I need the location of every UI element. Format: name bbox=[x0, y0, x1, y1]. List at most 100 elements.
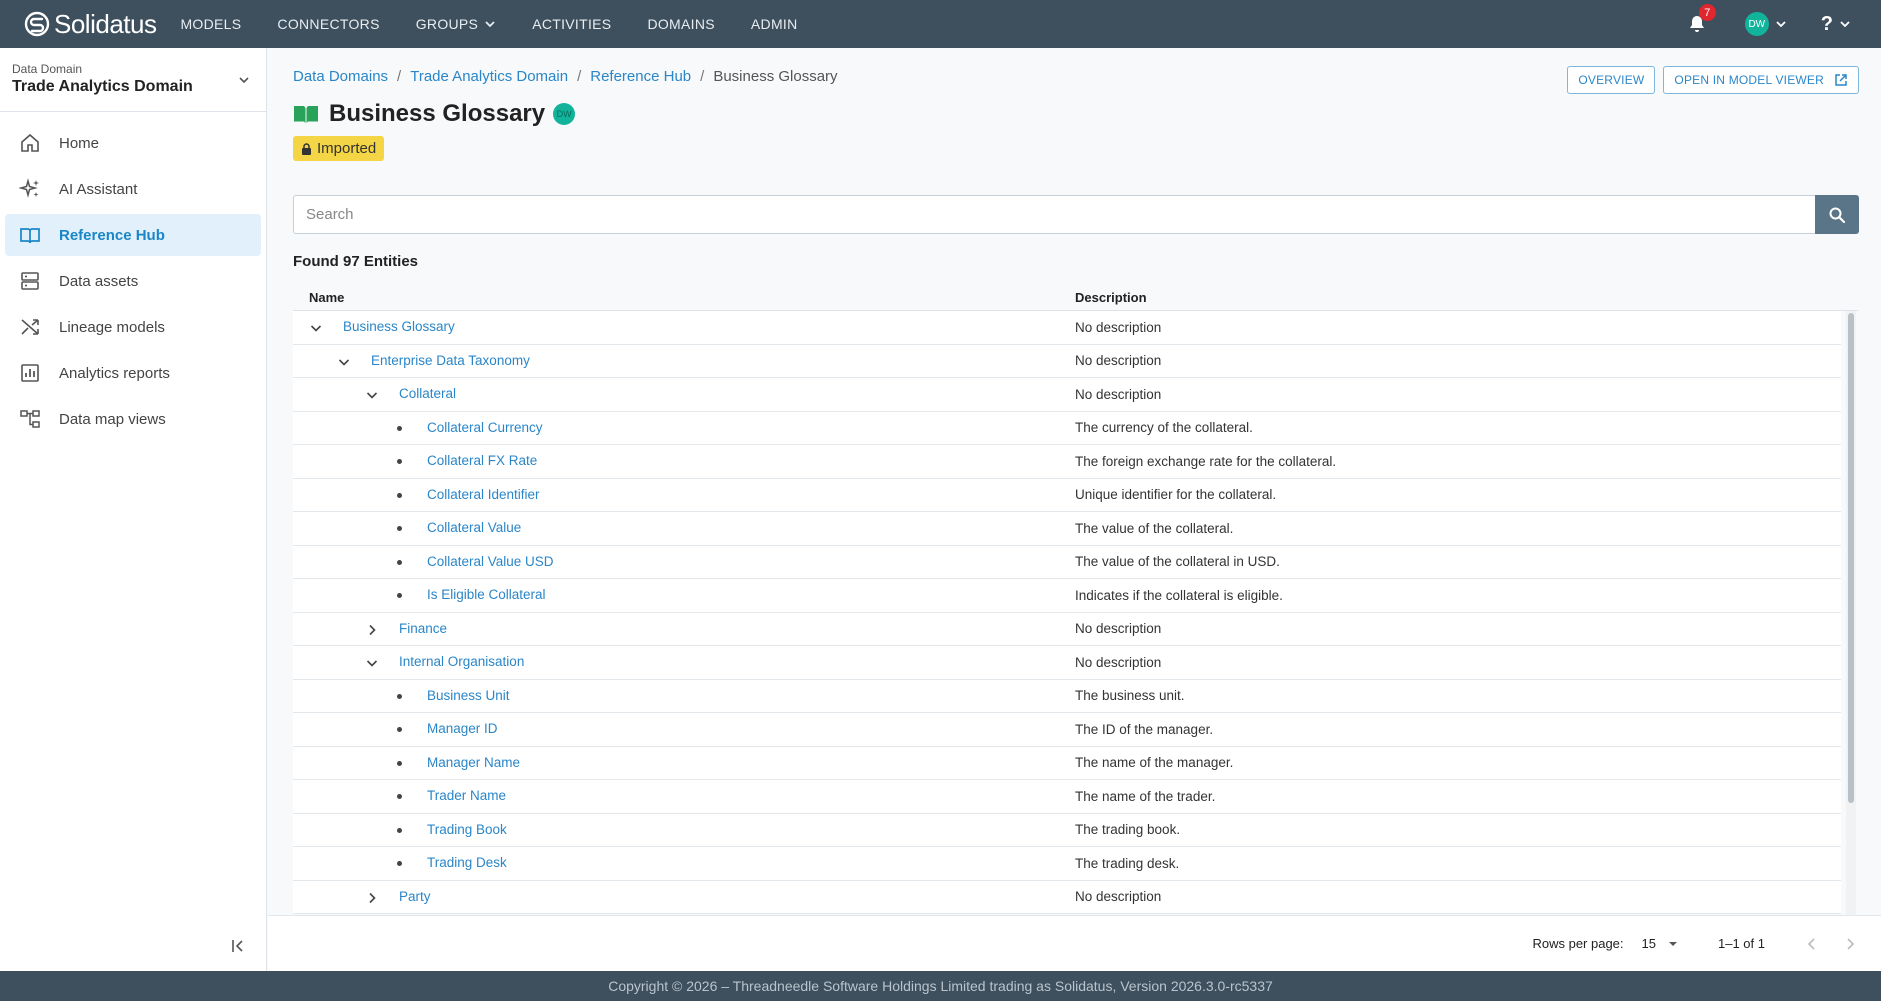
chevron-down-icon bbox=[1840, 21, 1850, 28]
entity-link[interactable]: Business Unit bbox=[427, 688, 510, 703]
table-row[interactable]: Is Eligible Collateral Indicates if the c… bbox=[293, 579, 1841, 613]
overview-button[interactable]: OVERVIEW bbox=[1567, 66, 1656, 94]
entity-link[interactable]: Trader Name bbox=[427, 788, 506, 803]
user-menu-button[interactable]: DW bbox=[1744, 12, 1787, 36]
chevron-down-icon bbox=[485, 21, 495, 28]
bullet-icon bbox=[397, 827, 402, 833]
table-row[interactable]: Internal Organisation No description bbox=[293, 646, 1841, 680]
table-row[interactable]: Collateral Value USD The value of the col… bbox=[293, 545, 1841, 579]
home-icon bbox=[21, 133, 39, 152]
status-badge: Imported bbox=[293, 136, 385, 161]
table-scrollbar[interactable] bbox=[1846, 311, 1856, 915]
scrollbar-thumb[interactable] bbox=[1848, 313, 1854, 803]
solidatus-logo[interactable]: Solidatus bbox=[24, 8, 157, 40]
search-input[interactable] bbox=[293, 195, 1815, 234]
nav-admin-label: ADMIN bbox=[750, 16, 798, 32]
nav-activities[interactable]: ACTIVITIES bbox=[532, 16, 611, 32]
chevron-right-icon[interactable] bbox=[365, 623, 379, 637]
table-row[interactable]: Trading Book The trading book. bbox=[293, 813, 1841, 847]
solidatus-logo-icon bbox=[24, 11, 50, 37]
help-menu-button[interactable]: ? bbox=[1821, 13, 1851, 36]
chevron-down-icon[interactable] bbox=[365, 656, 379, 670]
sidebar-item-lineage-models[interactable]: Lineage models bbox=[5, 306, 261, 348]
entity-link[interactable]: Internal Organisation bbox=[399, 654, 524, 669]
entity-link[interactable]: Collateral bbox=[399, 386, 456, 401]
breadcrumb: Data Domains / Trade Analytics Domain / … bbox=[293, 68, 838, 85]
logo-text: Solidatus bbox=[54, 8, 157, 39]
chevron-down-icon[interactable] bbox=[365, 388, 379, 402]
table-row[interactable]: Manager ID The ID of the manager. bbox=[293, 713, 1841, 747]
notifications-button[interactable]: 7 bbox=[1687, 4, 1716, 36]
cell-name: Collateral Identifier bbox=[293, 479, 1075, 512]
entity-link[interactable]: Collateral Value USD bbox=[427, 554, 554, 569]
table-row[interactable]: Party No description bbox=[293, 880, 1841, 914]
table-row[interactable]: Collateral Currency The currency of the c… bbox=[293, 411, 1841, 445]
entity-link[interactable]: Collateral Currency bbox=[427, 420, 543, 435]
sidebar-item-home[interactable]: Home bbox=[5, 122, 261, 164]
book-icon bbox=[294, 106, 318, 123]
chevron-right-icon[interactable] bbox=[365, 891, 379, 905]
nav-models[interactable]: MODELS bbox=[180, 16, 241, 32]
bullet-icon bbox=[397, 760, 402, 766]
nav-domains[interactable]: DOMAINS bbox=[647, 16, 714, 32]
table-row[interactable]: Enterprise Data Taxonomy No description bbox=[293, 344, 1841, 378]
entity-link[interactable]: Finance bbox=[399, 621, 447, 636]
entity-link[interactable]: Collateral FX Rate bbox=[427, 453, 537, 468]
collapse-sidebar-icon[interactable] bbox=[230, 937, 248, 955]
table-row[interactable]: Business Glossary No description bbox=[293, 311, 1841, 345]
table-row[interactable]: Collateral FX Rate The foreign exchange r… bbox=[293, 445, 1841, 479]
table-row[interactable]: Collateral No description bbox=[293, 378, 1841, 412]
breadcrumb-reference-hub[interactable]: Reference Hub bbox=[590, 68, 691, 85]
cell-name: Trader Name bbox=[293, 780, 1075, 813]
entity-link[interactable]: Is Eligible Collateral bbox=[427, 587, 546, 602]
table-row[interactable]: Collateral Value The value of the collate… bbox=[293, 512, 1841, 546]
table-row[interactable]: Finance No description bbox=[293, 612, 1841, 646]
next-page-button[interactable] bbox=[1843, 937, 1857, 951]
entity-link[interactable]: Collateral Value bbox=[427, 520, 521, 535]
breadcrumb-trade-analytics-domain[interactable]: Trade Analytics Domain bbox=[410, 68, 568, 85]
nav-connectors[interactable]: CONNECTORS bbox=[277, 16, 379, 32]
rows-per-page-select[interactable]: 15 bbox=[1642, 936, 1678, 951]
breadcrumb-separator: / bbox=[700, 68, 705, 85]
previous-page-button[interactable] bbox=[1805, 937, 1819, 951]
sidebar-item-analytics-reports[interactable]: Analytics reports bbox=[5, 352, 261, 394]
entity-link[interactable]: Manager Name bbox=[427, 755, 520, 770]
data-domain-selector[interactable]: Data Domain Trade Analytics Domain bbox=[0, 48, 266, 112]
entity-link[interactable]: Enterprise Data Taxonomy bbox=[371, 353, 530, 368]
table-row[interactable]: Trader Name The name of the trader. bbox=[293, 780, 1841, 814]
domain-selector-label: Data Domain bbox=[12, 62, 83, 76]
entity-link[interactable]: Trading Book bbox=[427, 822, 507, 837]
open-model-viewer-label: OPEN IN MODEL VIEWER bbox=[1674, 73, 1824, 87]
nav-admin[interactable]: ADMIN bbox=[751, 16, 798, 32]
cell-name: Finance bbox=[293, 613, 1075, 646]
chevron-down-icon[interactable] bbox=[337, 355, 351, 369]
entity-link[interactable]: Trading Desk bbox=[427, 855, 507, 870]
sidebar-item-data-map-views[interactable]: Data map views bbox=[5, 398, 261, 440]
table-row[interactable]: Business Unit The business unit. bbox=[293, 679, 1841, 713]
entity-link[interactable]: Business Glossary bbox=[343, 319, 455, 334]
entity-link[interactable]: Collateral Identifier bbox=[427, 487, 540, 502]
open-in-model-viewer-button[interactable]: OPEN IN MODEL VIEWER bbox=[1663, 66, 1859, 94]
cell-name: Manager ID bbox=[293, 713, 1075, 746]
chevron-down-icon[interactable] bbox=[309, 321, 323, 335]
table-row[interactable]: Collateral Identifier Unique identifier f… bbox=[293, 478, 1841, 512]
search-button[interactable] bbox=[1815, 195, 1859, 234]
sidebar-item-data-assets[interactable]: Data assets bbox=[5, 260, 261, 302]
cell-description: The name of the manager. bbox=[1075, 755, 1234, 771]
column-header-name[interactable]: Name bbox=[293, 290, 1075, 305]
sidebar-item-reference-hub[interactable]: Reference Hub bbox=[5, 214, 261, 256]
hierarchy-icon bbox=[20, 410, 40, 428]
table-row[interactable]: Manager Name The name of the manager. bbox=[293, 746, 1841, 780]
book-icon bbox=[20, 228, 40, 244]
breadcrumb-data-domains[interactable]: Data Domains bbox=[293, 68, 388, 85]
entity-link[interactable]: Manager ID bbox=[427, 721, 498, 736]
entity-link[interactable]: Party bbox=[399, 889, 431, 904]
owner-avatar[interactable]: DW bbox=[553, 103, 576, 125]
bullet-icon bbox=[397, 459, 402, 464]
table-row[interactable]: Trading Desk The trading desk. bbox=[293, 847, 1841, 881]
domain-selector-value: Trade Analytics Domain bbox=[12, 78, 193, 95]
column-header-description[interactable]: Description bbox=[1075, 290, 1858, 305]
sidebar-item-ai-assistant[interactable]: AI Assistant bbox=[5, 168, 261, 210]
nav-groups[interactable]: GROUPS bbox=[416, 16, 496, 32]
external-link-icon bbox=[1835, 74, 1847, 86]
